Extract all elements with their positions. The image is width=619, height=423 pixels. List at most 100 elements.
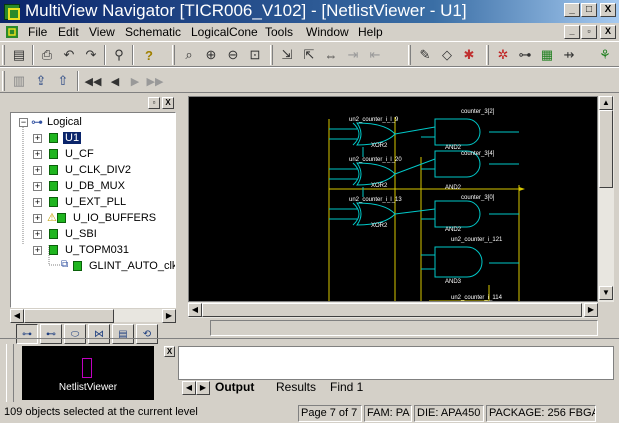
toolbar-grip[interactable] (2, 45, 5, 65)
tab-search-icon[interactable]: ⟲ (136, 324, 158, 344)
io-buffer-icon: ⚠ (47, 212, 57, 224)
undo-icon[interactable]: ↶ (58, 44, 80, 66)
instance-label: un2_counter_i_114 (451, 295, 503, 301)
net-marker (519, 187, 525, 191)
toolbar-grip[interactable] (408, 45, 411, 65)
zoom-select-icon[interactable]: ⌕ (178, 44, 200, 66)
xor-gate[interactable] (352, 202, 396, 226)
document-icon[interactable] (5, 25, 19, 39)
pin-icon[interactable]: ⇸ (558, 44, 580, 66)
toolbar-grip[interactable] (270, 45, 273, 65)
menu-tools[interactable]: Tools (265, 25, 293, 39)
tree-item-label: U1 (63, 132, 82, 144)
scroll-thumb[interactable] (599, 110, 613, 188)
dock-divider (0, 338, 619, 339)
dock-grip[interactable] (6, 344, 14, 402)
maximize-button[interactable]: □ (581, 3, 597, 17)
scroll-down-button[interactable]: ▼ (599, 286, 613, 300)
push-icon[interactable]: ⇲ (276, 44, 298, 66)
grid-icon[interactable]: ▦ (536, 44, 558, 66)
mdi-close-button[interactable]: X (600, 25, 616, 39)
xor-gate[interactable] (352, 162, 396, 186)
cell-type-label: AND2 (445, 185, 462, 191)
mdi-restore-button[interactable]: ▫ (581, 25, 597, 39)
redo-icon[interactable]: ↷ (80, 44, 102, 66)
find-icon[interactable]: ⚲ (108, 44, 130, 66)
menu-window[interactable]: Window (306, 25, 349, 39)
tab-logical-icon[interactable]: ⊶ (16, 324, 38, 344)
previous-page-icon[interactable]: ◀ (104, 70, 126, 92)
settings-icon[interactable]: ✲ (492, 44, 514, 66)
first-page-icon[interactable]: ◀◀ (82, 70, 104, 92)
netlist-thumbnail[interactable]: NetlistViewer (22, 346, 154, 400)
scroll-thumb[interactable] (24, 309, 114, 323)
help-icon[interactable]: ? (138, 44, 160, 66)
tree-item-label: U_SBI (65, 228, 97, 240)
zoom-fit-icon[interactable]: ⊡ (244, 44, 266, 66)
toolbar-grip[interactable] (2, 71, 5, 91)
zoom-out-icon[interactable]: ⊖ (222, 44, 244, 66)
database-icon[interactable]: ▤ (8, 44, 30, 66)
toolbar-main: ▤ ⎙ ↶ ↷ ⚲ ? ⌕ ⊕ ⊖ ⊡ ⇲ ⇱ ⇔ ⇥ ⇤ ✎ ◇ ✱ ✲ ⊶ … (0, 41, 619, 67)
and-gate[interactable] (434, 246, 483, 278)
app-icon[interactable] (4, 4, 20, 20)
schematic-drawing[interactable]: counter_3[2] un2_counter_i_l_9 XOR2 AND2… (189, 97, 598, 302)
expand-out-icon[interactable]: ⇤ (364, 44, 386, 66)
menu-schematic[interactable]: Schematic (125, 25, 181, 39)
hierarchy-icon[interactable]: ⊶ (514, 44, 536, 66)
tab-physical-icon[interactable]: ⊷ (40, 324, 62, 344)
tab-ports-icon[interactable]: ⋈ (88, 324, 110, 344)
scroll-up-button[interactable]: ▲ (599, 96, 613, 110)
wand-icon[interactable]: ⚘ (594, 44, 616, 66)
scroll-right-button[interactable]: ▶ (584, 303, 598, 317)
schematic-horizontal-scrollbar[interactable]: ◀ ▶ (188, 302, 598, 318)
minimize-button[interactable]: _ (564, 3, 580, 17)
expand-in-icon[interactable]: ⇥ (342, 44, 364, 66)
xor-gate[interactable] (352, 122, 396, 146)
mdi-minimize-button[interactable]: _ (564, 25, 580, 39)
panel-float-button[interactable]: ▫ (148, 97, 160, 109)
schematic-canvas[interactable]: counter_3[2] un2_counter_i_l_9 XOR2 AND2… (188, 96, 598, 302)
menu-logicalcone[interactable]: LogicalCone (191, 25, 258, 39)
expand-icon[interactable]: ⇔ (320, 44, 342, 66)
scroll-thumb[interactable] (202, 303, 582, 317)
scroll-left-button[interactable]: ◀ (10, 309, 24, 323)
window-title: MultiView Navigator [TICR006_V102] - [Ne… (25, 1, 467, 20)
print-icon[interactable]: ⎙ (36, 44, 58, 66)
upload-icon[interactable]: ⇪ (30, 70, 52, 92)
chart-icon[interactable]: ▥ (8, 70, 30, 92)
up-level-icon[interactable]: ⇧ (52, 70, 74, 92)
and-gate[interactable] (434, 118, 481, 146)
last-page-icon[interactable]: ▶▶ (144, 70, 166, 92)
menu-view[interactable]: View (89, 25, 115, 39)
menu-edit[interactable]: Edit (58, 25, 79, 39)
menu-file[interactable]: File (28, 25, 47, 39)
toolbar-grip[interactable] (486, 45, 489, 65)
panel-close-button[interactable]: X (162, 97, 174, 109)
tree-horizontal-scrollbar[interactable]: ◀ ▶ (10, 308, 176, 323)
tab-find-1[interactable]: Find 1 (330, 380, 363, 394)
tab-scroll-left-button[interactable]: ◀ (182, 381, 196, 395)
tab-nets-icon[interactable]: ⬭ (64, 324, 86, 344)
output-area[interactable] (178, 346, 614, 380)
scroll-right-button[interactable]: ▶ (162, 309, 176, 323)
next-page-icon[interactable]: ▶ (124, 70, 146, 92)
hierarchy-tree[interactable]: − ⊶ Logical + U1 + U_CF + U_CLK_DIV2 + U… (10, 112, 176, 308)
pop-icon[interactable]: ⇱ (298, 44, 320, 66)
tab-table-icon[interactable]: ▤ (112, 324, 134, 344)
tab-output[interactable]: Output (215, 380, 254, 394)
and-gate[interactable] (434, 200, 481, 228)
zoom-in-icon[interactable]: ⊕ (200, 44, 222, 66)
schematic-vertical-scrollbar[interactable]: ▲ ▼ (598, 96, 614, 302)
menu-help[interactable]: Help (358, 25, 383, 39)
tab-results[interactable]: Results (276, 380, 316, 394)
scroll-left-button[interactable]: ◀ (188, 303, 202, 317)
pencil-icon[interactable]: ✎ (414, 44, 436, 66)
toolbar-grip[interactable] (172, 45, 175, 65)
dock-close-button[interactable]: X (164, 346, 175, 357)
highlight-icon[interactable]: ✱ (458, 44, 480, 66)
status-die: DIE: APA450 (414, 405, 484, 422)
tab-scroll-right-button[interactable]: ▶ (196, 381, 210, 395)
eraser-icon[interactable]: ◇ (436, 44, 458, 66)
close-button[interactable]: X (600, 3, 616, 17)
